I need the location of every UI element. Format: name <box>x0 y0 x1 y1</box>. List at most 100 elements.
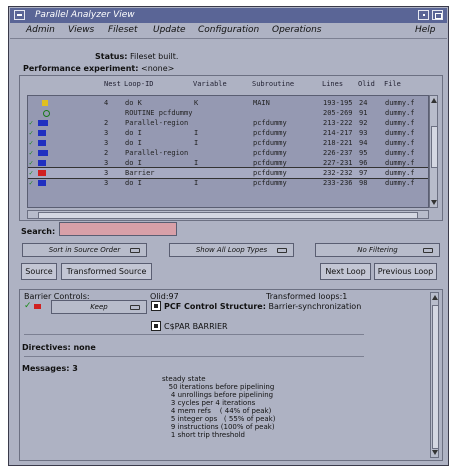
region-blue-icon <box>38 120 48 126</box>
search-label: Search: <box>21 227 56 236</box>
col-nest: Nest <box>104 80 121 88</box>
cell-file: dummy.f <box>385 169 415 177</box>
barrier-red-icon <box>38 170 46 176</box>
cell-file: dummy.f <box>385 109 415 117</box>
loop-list-vertical-scrollbar[interactable] <box>429 95 438 208</box>
cell-loop: Barrier <box>125 169 155 177</box>
transformed-source-button[interactable]: Transformed Source <box>61 263 152 280</box>
col-loop-id: Loop-ID <box>124 80 154 88</box>
filtering-option[interactable]: No Filtering <box>315 243 440 257</box>
loop-row[interactable]: 4 do K K MAIN 193-195 24 dummy.f <box>28 98 428 108</box>
menu-configuration[interactable]: Configuration <box>198 25 259 35</box>
previous-loop-button[interactable]: Previous Loop <box>374 263 437 280</box>
cell-sub: pcfdummy <box>253 169 287 177</box>
menu-fileset[interactable]: Fileset <box>108 25 137 35</box>
menu-operations[interactable]: Operations <box>272 25 321 35</box>
cell-file: dummy.f <box>385 119 415 127</box>
cell-file: dummy.f <box>385 139 415 147</box>
cell-nest: 3 <box>104 129 109 137</box>
col-olid: Olid <box>358 80 375 88</box>
sort-order-option[interactable]: Sort in Source Order <box>22 243 147 257</box>
divider <box>24 334 364 335</box>
loop-row[interactable]: ✓ 2 Parallel-region pcfdummy 213-222 92 dummy.… <box>28 118 428 128</box>
cspar-icon <box>151 321 161 331</box>
scroll-up-arrow-icon[interactable] <box>432 295 438 300</box>
loop-row[interactable]: ✓ 2 Parallel-region pcfdummy 226-237 95 dummy.… <box>28 148 428 158</box>
loop-row[interactable]: ROUTINE pcfdummy 205-269 91 dummy.f <box>28 108 428 118</box>
loop-row[interactable]: ✓ 3 do I Ipcfdummy 218-221 94 dummy.f <box>28 138 428 148</box>
divider <box>24 356 364 357</box>
cell-var: I <box>194 129 199 137</box>
loop-blue-icon <box>38 180 46 186</box>
loop-list-hscroll-thumb[interactable] <box>38 212 418 219</box>
cell-loop: ROUTINE pcfdummy <box>125 109 193 117</box>
cell-olid: 93 <box>359 129 368 137</box>
cell-loop: do I <box>125 129 142 137</box>
message-line: 4 unrollings before pipelining <box>162 391 274 399</box>
menu-help[interactable]: Help <box>415 25 436 35</box>
loop-row[interactable]: ✓ 3 do I Ipcfdummy 227-231 96 dummy.f <box>28 158 428 168</box>
col-file: File <box>384 80 401 88</box>
search-input[interactable] <box>59 222 177 236</box>
messages-label: Messages: 3 <box>22 364 78 373</box>
cell-file: dummy.f <box>385 179 415 187</box>
message-line: 4 mem refs ( 44% of peak) <box>162 407 272 415</box>
loop-blue-icon <box>38 130 46 136</box>
cell-olid: 94 <box>359 139 368 147</box>
loop-list-panel: Nest Loop-ID Variable Subroutine Lines O… <box>19 75 443 221</box>
minimize-button[interactable] <box>418 10 429 20</box>
window-menu-button[interactable] <box>14 10 25 20</box>
source-button[interactable]: Source <box>21 263 57 280</box>
cell-olid: 97 <box>359 169 368 177</box>
routine-icon <box>43 110 50 117</box>
cell-loop: Parallel-region <box>125 149 189 157</box>
cell-lines: 193-195 <box>323 99 353 107</box>
col-subroutine: Subroutine <box>252 80 295 88</box>
keep-option[interactable]: Keep <box>51 300 147 314</box>
cell-lines: 205-269 <box>323 109 353 117</box>
message-line: 1 short trip threshold <box>162 431 245 439</box>
cell-loop: do I <box>125 159 142 167</box>
loop-blue-icon <box>38 160 46 166</box>
loop-row[interactable]: ✓ 3 Barrier pcfdummy 232-232 97 dummy.f <box>28 167 428 179</box>
menu-update[interactable]: Update <box>153 25 186 35</box>
details-vertical-scrollbar[interactable] <box>430 292 439 458</box>
cspar-directive: C$PAR BARRIER <box>164 322 228 331</box>
cell-olid: 98 <box>359 179 368 187</box>
cell-nest: 3 <box>104 159 109 167</box>
maximize-button[interactable] <box>432 10 443 20</box>
loop-types-option[interactable]: Show All Loop Types <box>169 243 294 257</box>
scroll-down-arrow-icon[interactable] <box>431 200 437 205</box>
olid-label: Olid:97 <box>150 292 179 301</box>
loop-list[interactable]: 4 do K K MAIN 193-195 24 dummy.f ROUTINE pcfdum… <box>27 95 429 208</box>
loop-list-horizontal-scrollbar[interactable] <box>27 210 429 219</box>
menu-views[interactable]: Views <box>68 25 94 35</box>
cell-olid: 96 <box>359 159 368 167</box>
performance-label: Performance experiment: <box>23 64 139 73</box>
loop-orange-icon <box>42 100 48 106</box>
cell-var: I <box>194 179 199 187</box>
cell-loop: Parallel-region <box>125 119 189 127</box>
message-line: 3 cycles per 4 iterations <box>162 399 256 407</box>
cell-olid: 91 <box>359 109 368 117</box>
loop-list-scroll-thumb[interactable] <box>431 126 438 168</box>
cell-file: dummy.f <box>385 129 415 137</box>
barrier-red-icon <box>34 304 41 309</box>
menu-admin[interactable]: Admin <box>26 25 55 35</box>
loop-row[interactable]: ✓ 3 do I Ipcfdummy 214-217 93 dummy.f <box>28 128 428 138</box>
cell-loop: do I <box>125 179 142 187</box>
loop-row[interactable]: ✓ 3 do I Ipcfdummy 233-236 98 dummy.f <box>28 178 428 188</box>
next-loop-button[interactable]: Next Loop <box>320 263 371 280</box>
details-scroll-thumb[interactable] <box>432 305 439 449</box>
scroll-up-arrow-icon[interactable] <box>431 98 437 103</box>
cell-nest: 4 <box>104 99 109 107</box>
check-icon: ✓ <box>29 149 34 157</box>
cell-file: dummy.f <box>385 149 415 157</box>
app-window: Parallel Analyzer View Admin Views Files… <box>8 6 449 466</box>
cell-lines: 232-232 <box>323 169 353 177</box>
message-line: 5 integer ops ( 55% of peak) <box>162 415 276 423</box>
transformed-loops-label: Transformed loops:1 <box>266 292 348 301</box>
performance-line: Performance experiment: <none> <box>23 64 174 73</box>
cell-sub: pcfdummy <box>253 159 287 167</box>
scroll-down-arrow-icon[interactable] <box>432 450 438 455</box>
